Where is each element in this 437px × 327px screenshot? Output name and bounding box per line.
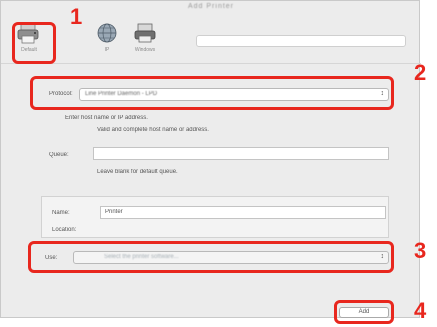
name-label: Name: <box>52 210 70 216</box>
name-input[interactable]: Printer <box>100 206 386 219</box>
toolbar-windows-button[interactable]: Windows <box>129 21 161 59</box>
callout-box-1 <box>12 22 56 64</box>
queue-input[interactable] <box>93 147 389 160</box>
details-group: Name: Printer Location: <box>41 196 389 238</box>
search-input[interactable] <box>196 35 406 47</box>
callout-number-4: 4 <box>414 298 427 323</box>
name-value: Printer <box>105 209 123 215</box>
address-hint-2: Valid and complete host name or address. <box>97 127 209 133</box>
queue-hint: Leave blank for default queue. <box>97 169 178 175</box>
callout-number-2: 2 <box>414 60 427 85</box>
toolbar-ip-label: IP <box>104 47 110 53</box>
callout-number-1: 1 <box>70 4 83 29</box>
callout-box-4 <box>334 300 394 324</box>
toolbar-divider <box>1 63 421 64</box>
printer-windows-icon <box>132 21 158 45</box>
callout-box-3 <box>28 241 394 273</box>
address-hint-1: Enter host name or IP address. <box>65 115 148 121</box>
toolbar-ip-button[interactable]: IP <box>91 21 123 59</box>
callout-number-3: 3 <box>414 238 427 263</box>
window-title: Add Printer <box>187 3 235 10</box>
location-label: Location: <box>52 227 77 233</box>
toolbar: Default IP Windows <box>1 21 421 61</box>
queue-label: Queue: <box>49 152 69 158</box>
callout-box-2 <box>30 76 394 110</box>
toolbar-windows-label: Windows <box>134 47 156 53</box>
globe-icon <box>94 21 120 45</box>
